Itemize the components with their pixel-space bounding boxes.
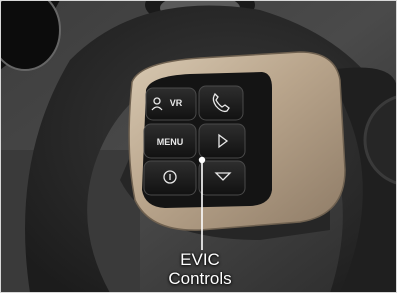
menu-button[interactable]: MENU (143, 123, 197, 159)
callout-label-line1: EVIC (180, 250, 220, 269)
menu-button-label: MENU (157, 137, 184, 147)
voice-button[interactable]: VR (145, 87, 197, 121)
callout-label-line2: Controls (168, 269, 232, 288)
info-button[interactable] (143, 160, 197, 196)
right-arrow-button[interactable] (198, 123, 246, 159)
voice-button-label: VR (170, 98, 183, 108)
down-arrow-button[interactable] (198, 160, 246, 196)
steering-wheel-photo: VR MENU EVIC Controls (0, 0, 397, 293)
phone-button[interactable] (198, 85, 244, 121)
